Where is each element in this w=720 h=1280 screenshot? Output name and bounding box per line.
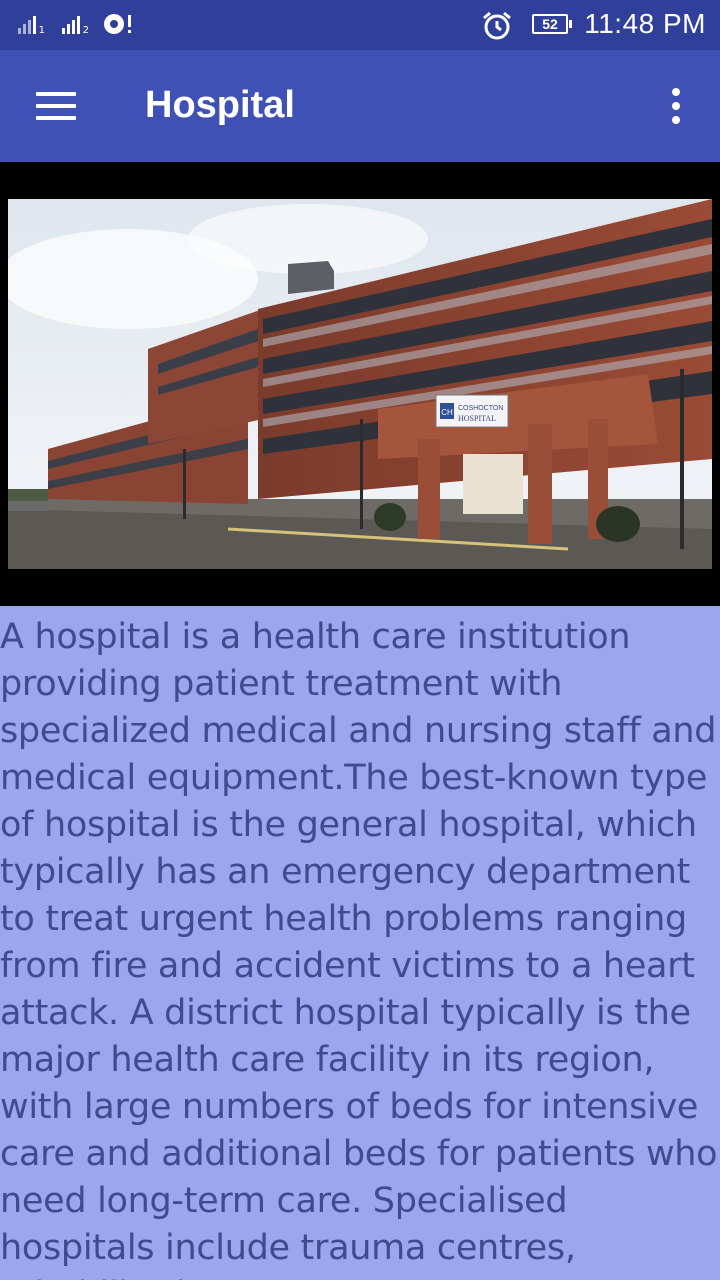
status-bar: 1 2 52 11:48 PM	[0, 0, 720, 50]
hamburger-menu-icon[interactable]	[36, 92, 76, 120]
signal-sim1-icon: 1	[18, 14, 45, 36]
sign-line1: COSHOCTON	[458, 405, 503, 412]
battery-icon: 52	[532, 14, 572, 34]
data-sync-icon	[104, 14, 131, 34]
image-panel: CH COSHOCTON HOSPITAL	[0, 162, 720, 606]
hospital-building-image: CH COSHOCTON HOSPITAL	[8, 199, 712, 569]
app-bar: Hospital	[0, 50, 720, 162]
page-title: Hospital	[145, 84, 295, 126]
article-text: A hospital is a health care institution …	[0, 617, 718, 1280]
status-time: 11:48 PM	[584, 8, 706, 39]
sign-logo: CH	[441, 408, 453, 417]
signal-sim2-icon: 2	[62, 14, 89, 36]
more-vert-icon[interactable]	[670, 88, 682, 124]
alarm-icon	[483, 11, 511, 40]
sign-line2: HOSPITAL	[458, 414, 496, 423]
article-content: A hospital is a health care institution …	[0, 606, 720, 1280]
